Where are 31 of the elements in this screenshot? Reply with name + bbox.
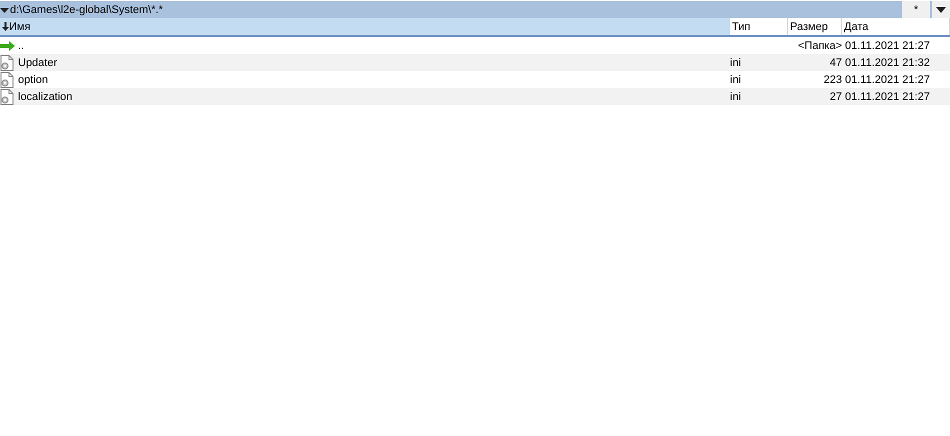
file-size: 47	[828, 56, 842, 68]
file-date: 01.11.2021 21:27	[844, 90, 931, 102]
caret-icon[interactable]	[0, 6, 9, 12]
column-label: Имя	[9, 20, 30, 32]
file-type: ini	[729, 74, 742, 86]
file-date: 01.11.2021 21:27	[844, 74, 931, 86]
column-label: Размер	[790, 20, 828, 32]
settings-file-icon	[0, 88, 14, 104]
column-header[interactable]: Размер	[788, 18, 842, 35]
file-name[interactable]: ..	[16, 40, 728, 52]
file-date: 01.11.2021 21:27	[844, 40, 931, 52]
sort-arrow-icon	[2, 22, 9, 31]
column-header[interactable]: Тип	[730, 18, 788, 35]
column-header[interactable]: Имя	[0, 18, 730, 35]
file-date: 01.11.2021 21:32	[844, 56, 931, 68]
file-name[interactable]: option	[16, 74, 728, 86]
file-type: ini	[729, 56, 742, 68]
filter-button[interactable]: *	[902, 1, 930, 18]
file-size: <Папка>	[797, 40, 842, 52]
column-label: Дата	[844, 20, 868, 32]
arrow-icon	[0, 40, 16, 50]
file-name[interactable]: Updater	[16, 56, 728, 68]
path-text: d:\Games\l2e-global\System\*.*	[9, 4, 164, 16]
column-label: Тип	[732, 20, 750, 32]
dropdown-button[interactable]	[932, 1, 950, 18]
file-type: ini	[729, 90, 742, 102]
caret-icon	[936, 6, 946, 12]
file-size: 27	[828, 90, 842, 102]
file-size: 223	[822, 74, 842, 86]
file-name[interactable]: localization	[16, 90, 728, 102]
column-header[interactable]: Дата	[842, 18, 950, 35]
